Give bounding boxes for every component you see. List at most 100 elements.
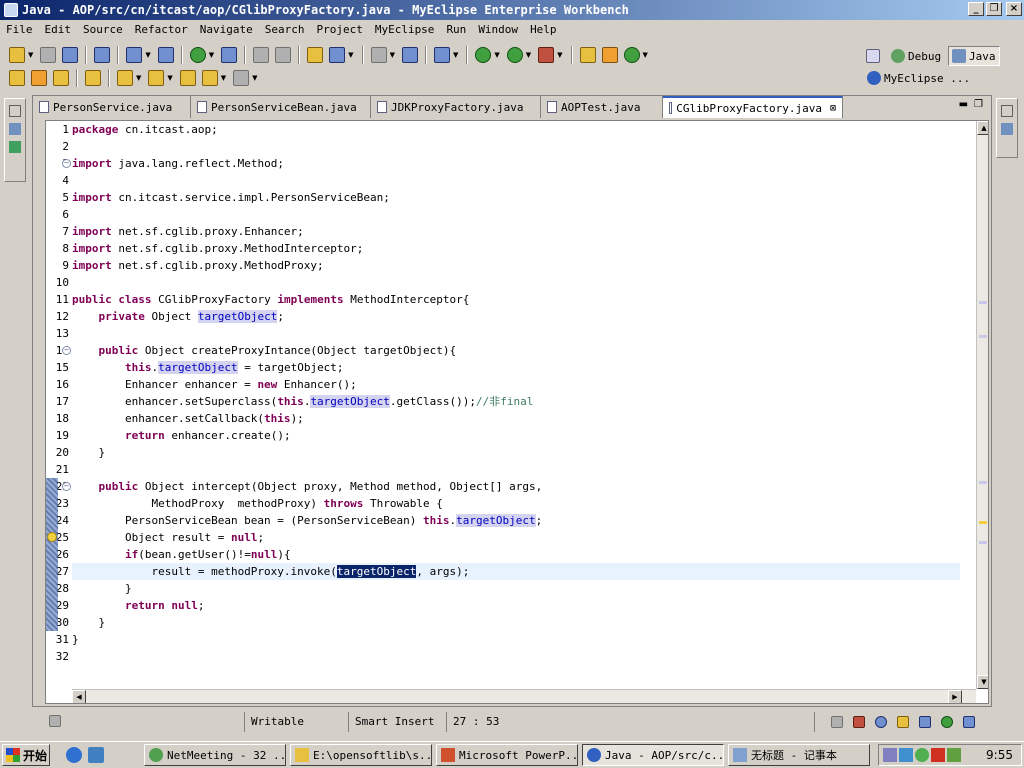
code-line[interactable]: } <box>72 631 960 648</box>
server-start-dropdown-icon[interactable]: ▼ <box>209 51 214 59</box>
vertical-scrollbar[interactable]: ▲ ▼ <box>976 121 988 689</box>
external-tools-dropdown-icon[interactable]: ▼ <box>557 51 562 59</box>
overview-ruler-mark[interactable] <box>979 541 987 544</box>
code-line[interactable] <box>72 648 960 665</box>
scroll-right-button[interactable]: ▶ <box>948 690 962 703</box>
open-type-icon[interactable] <box>307 47 324 63</box>
server-start-icon[interactable] <box>189 47 206 63</box>
new-class-icon[interactable] <box>623 47 640 63</box>
overview-ruler-mark[interactable] <box>979 481 987 484</box>
code-line[interactable]: import java.lang.reflect.Method; <box>72 155 960 172</box>
open-folder-icon[interactable] <box>9 70 25 86</box>
debug-dropdown-icon[interactable]: ▼ <box>494 51 499 59</box>
console-icon[interactable] <box>919 716 931 728</box>
menu-project[interactable]: Project <box>310 23 368 36</box>
scroll-left-button[interactable]: ◀ <box>72 690 86 703</box>
restore-icon[interactable] <box>9 105 21 117</box>
minimize-view-icon[interactable]: ▬ <box>959 99 968 110</box>
start-button[interactable]: 开始 <box>2 744 50 766</box>
open-resource-icon[interactable] <box>53 70 69 86</box>
warning-marker-icon[interactable] <box>47 532 57 542</box>
ie-icon[interactable] <box>66 747 82 763</box>
screenshot-icon[interactable] <box>370 47 387 63</box>
problems-icon[interactable] <box>853 716 865 728</box>
code-line[interactable]: } <box>72 444 960 461</box>
web-dropdown-icon[interactable]: ▼ <box>348 51 353 59</box>
fast-view-icon[interactable] <box>49 715 61 727</box>
save-icon[interactable] <box>40 47 57 63</box>
code-line[interactable]: return enhancer.create(); <box>72 427 960 444</box>
code-line[interactable]: result = methodProxy.invoke(targetObject… <box>72 563 960 580</box>
outline-icon[interactable] <box>1001 123 1013 135</box>
code-line[interactable] <box>72 461 960 478</box>
restore-view-icon[interactable] <box>831 716 843 728</box>
deploy-icon[interactable] <box>126 47 143 63</box>
run-dropdown-icon[interactable]: ▼ <box>526 51 531 59</box>
close-button[interactable]: × <box>1006 2 1022 16</box>
menu-file[interactable]: File <box>0 23 39 36</box>
server-icon[interactable] <box>94 47 111 63</box>
monitor-icon[interactable] <box>401 47 418 63</box>
print-icon[interactable] <box>62 47 79 63</box>
task-notepad[interactable]: 无标题 - 记事本 <box>728 744 870 766</box>
horizontal-scrollbar[interactable]: ◀ ▶ <box>72 689 976 703</box>
code-line[interactable] <box>72 274 960 291</box>
code-line[interactable]: } <box>72 580 960 597</box>
fold-toggle-icon[interactable]: − <box>62 159 71 168</box>
task-explorer[interactable]: E:\opensoftlib\s... <box>290 744 432 766</box>
servers-icon[interactable] <box>963 716 975 728</box>
back-dropdown-icon[interactable]: ▼ <box>221 74 226 82</box>
javadoc-icon[interactable] <box>875 716 887 728</box>
perspective-myeclipse[interactable]: MyEclipse ... <box>864 68 973 88</box>
perspective-java[interactable]: Java <box>948 46 1000 66</box>
code-area[interactable]: 123−4567891011121314−1516171819202122−23… <box>45 120 989 704</box>
code-line[interactable]: this.targetObject = targetObject; <box>72 359 960 376</box>
tab-close-icon[interactable]: ⊠ <box>830 103 836 114</box>
show-desktop-icon[interactable] <box>88 747 104 763</box>
maximize-view-icon[interactable]: ❐ <box>974 99 983 110</box>
new-wizard-dropdown-icon[interactable]: ▼ <box>453 51 458 59</box>
code-line[interactable]: PersonServiceBean bean = (PersonServiceB… <box>72 512 960 529</box>
declaration-icon[interactable] <box>897 716 909 728</box>
code-line[interactable]: } <box>72 614 960 631</box>
code-line[interactable] <box>72 172 960 189</box>
code-line[interactable]: package cn.itcast.aop; <box>72 121 960 138</box>
code-line[interactable]: Enhancer enhancer = new Enhancer(); <box>72 376 960 393</box>
code-line[interactable]: public Object intercept(Object proxy, Me… <box>72 478 960 495</box>
forward-icon[interactable] <box>233 70 250 86</box>
screenshot-dropdown-icon[interactable]: ▼ <box>390 51 395 59</box>
code-line[interactable]: public Object createProxyIntance(Object … <box>72 342 960 359</box>
code-line[interactable]: import net.sf.cglib.proxy.Enhancer; <box>72 223 960 240</box>
task-netmeeting[interactable]: NetMeeting - 32 ... <box>144 744 286 766</box>
tab-personservice[interactable]: PersonService.java <box>33 96 191 118</box>
globe-icon[interactable] <box>221 47 238 63</box>
new-wizard-icon[interactable] <box>433 47 450 63</box>
tab-aoptest[interactable]: AOPTest.java <box>541 96 663 118</box>
edit-icon[interactable] <box>31 70 47 86</box>
mark-occurrences-icon[interactable] <box>85 70 101 86</box>
debug-icon[interactable] <box>475 47 492 63</box>
forward-dropdown-icon[interactable]: ▼ <box>252 74 257 82</box>
code-line[interactable]: enhancer.setSuperclass(this.targetObject… <box>72 393 960 410</box>
code-line[interactable] <box>72 138 960 155</box>
next-annotation-icon[interactable] <box>117 70 133 86</box>
menu-refactor[interactable]: Refactor <box>129 23 194 36</box>
tasks-icon[interactable] <box>941 716 953 728</box>
next-annotation-dropdown-icon[interactable]: ▼ <box>136 74 141 82</box>
tray-app-icon[interactable] <box>915 748 929 762</box>
code-line[interactable]: public class CGlibProxyFactory implement… <box>72 291 960 308</box>
overview-ruler-mark[interactable] <box>979 301 987 304</box>
tray-app-icon[interactable] <box>899 748 913 762</box>
perspective-debug[interactable]: Debug <box>888 46 944 66</box>
menu-navigate[interactable]: Navigate <box>194 23 259 36</box>
previous-annotation-icon[interactable] <box>148 70 165 86</box>
code-line[interactable]: MethodProxy methodProxy) throws Throwabl… <box>72 495 960 512</box>
menu-source[interactable]: Source <box>77 23 129 36</box>
overview-ruler-mark[interactable] <box>979 335 987 338</box>
sync-icon[interactable] <box>253 47 270 63</box>
scroll-up-button[interactable]: ▲ <box>977 121 988 135</box>
new-project-icon[interactable] <box>579 47 596 63</box>
code-line[interactable]: import net.sf.cglib.proxy.MethodProxy; <box>72 257 960 274</box>
task-myeclipse[interactable]: Java - AOP/src/c... <box>582 744 724 766</box>
menu-help[interactable]: Help <box>524 23 563 36</box>
